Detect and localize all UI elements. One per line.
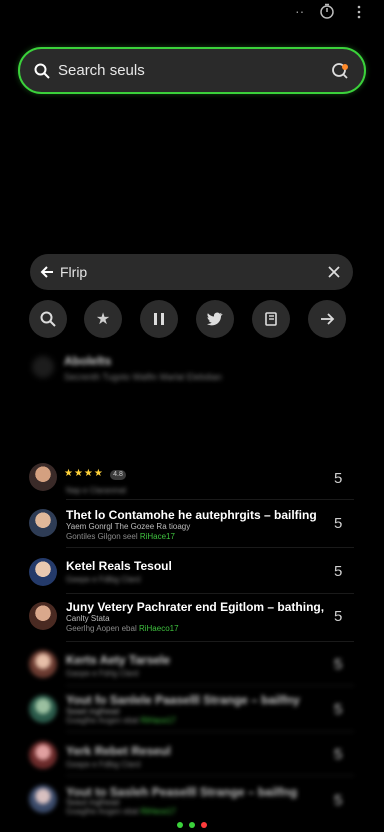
result-count: 5 xyxy=(334,792,343,809)
result-count: 5 xyxy=(334,701,343,718)
avatar xyxy=(29,695,57,723)
secondary-search-bar[interactable]: Flrip xyxy=(30,254,353,290)
back-arrow-icon[interactable] xyxy=(40,265,54,284)
search-icon xyxy=(34,63,50,84)
result-subtitle: Geape e Fdlbg Clard xyxy=(66,760,141,769)
avatar xyxy=(29,558,57,586)
result-title: Thet lo Contamohe he autephrgits – bailf… xyxy=(66,508,317,522)
twitter-filter-icon[interactable] xyxy=(196,300,234,338)
result-count: 5 xyxy=(334,608,343,625)
more-vertical-icon[interactable] xyxy=(355,4,363,25)
result-line2: Canlty Stata xyxy=(66,614,110,623)
search-bar[interactable]: Search seuls xyxy=(18,47,366,94)
rating-badge: 4.8 xyxy=(110,470,126,480)
list-item[interactable]: Yerk Rebet Reseul Geape e Fdlbg Clard 5 xyxy=(0,732,384,776)
result-line2: Seaut inglhead xyxy=(66,798,120,807)
overlay-subtitle: Secrenth Tugoto Walfin Marlal Elebdian xyxy=(64,372,222,382)
page-dot-2 xyxy=(189,822,195,828)
result-subtitle: Gontiles Gilgon seel xyxy=(66,532,138,541)
result-count: 5 xyxy=(334,470,343,487)
secondary-search-value: Flrip xyxy=(60,264,88,280)
result-title: Juny Vetery Pachrater end Egitlom – bath… xyxy=(66,600,325,614)
lens-icon[interactable] xyxy=(330,61,350,86)
result-subtitle: Goaglhe Aogen ebal xyxy=(66,807,139,816)
result-title: Ketel Reals Tesoul xyxy=(66,559,172,573)
list-item[interactable]: Kerts Aety Tarsele Gaope e Fdrlg Clard 5 xyxy=(0,642,384,686)
result-title: Yerk Rebet Reseul xyxy=(66,744,171,758)
close-icon[interactable] xyxy=(328,265,340,283)
result-subtitle: Gaope e Fdrlg Clard xyxy=(66,669,139,678)
star-filter-icon[interactable]: ★ xyxy=(84,300,122,338)
result-tag: RiHaeco17 xyxy=(138,624,179,633)
avatar xyxy=(29,741,57,769)
result-subtitle: Goaglhe Aogen ebal xyxy=(66,716,139,725)
result-count: 5 xyxy=(334,656,343,673)
result-line2: Seaet inglhead xyxy=(66,707,120,716)
list-item[interactable]: Juny Vetery Pachrater end Egitlom – bath… xyxy=(0,594,384,642)
list-item[interactable]: Ketel Reals Tesoul Geepe e Fdlbg Clard 5 xyxy=(0,548,384,594)
result-title: Kerts Aety Tarsele xyxy=(66,653,171,667)
search-filter-icon[interactable] xyxy=(29,300,67,338)
share-filter-icon[interactable] xyxy=(308,300,346,338)
result-tag: RiHace17 xyxy=(140,716,176,725)
avatar xyxy=(29,463,57,491)
dots-icon[interactable]: ·· xyxy=(295,4,304,18)
avatar xyxy=(29,602,57,630)
result-line2: Yaem Gonrgl The Gozee Ra tioagy xyxy=(66,522,191,531)
search-placeholder: Search seuls xyxy=(58,62,145,79)
result-tag: RiHace17 xyxy=(139,532,175,541)
result-subtitle: Geepe e Fdlbg Clard xyxy=(66,575,141,584)
result-subtitle: Geerlhg Aopen ebal xyxy=(66,624,137,633)
result-count: 5 xyxy=(334,746,343,763)
list-item[interactable]: Yout to Sasleh Peaselll Strange – bailfn… xyxy=(0,776,384,822)
page-dot-1 xyxy=(177,822,183,828)
pause-filter-icon[interactable] xyxy=(140,300,178,338)
overlay-title: Abolelts xyxy=(64,354,112,368)
result-subtitle: Nap e Claranmal xyxy=(66,486,127,495)
result-count: 5 xyxy=(334,563,343,580)
page-dot-3 xyxy=(201,822,207,828)
list-item[interactable]: ★★★★ 4.8 Nap e Claranmal 5 xyxy=(0,456,384,500)
list-item[interactable]: Thet lo Contamohe he autephrgits – bailf… xyxy=(0,500,384,548)
avatar xyxy=(29,650,57,678)
result-title: Yout to Sasleh Peaselll Strange – bailfn… xyxy=(66,785,298,799)
avatar xyxy=(29,785,57,813)
result-title: Yout fo Sanlele Paaselll Strange – bailf… xyxy=(66,693,300,707)
list-item[interactable]: Yout fo Sanlele Paaselll Strange – bailf… xyxy=(0,686,384,732)
rating-stars: ★★★★ xyxy=(64,468,104,479)
timer-icon[interactable] xyxy=(319,3,335,24)
overlay-icon xyxy=(32,356,54,378)
avatar xyxy=(29,509,57,537)
result-tag: RiHece17 xyxy=(140,807,176,816)
book-filter-icon[interactable] xyxy=(252,300,290,338)
result-count: 5 xyxy=(334,515,343,532)
